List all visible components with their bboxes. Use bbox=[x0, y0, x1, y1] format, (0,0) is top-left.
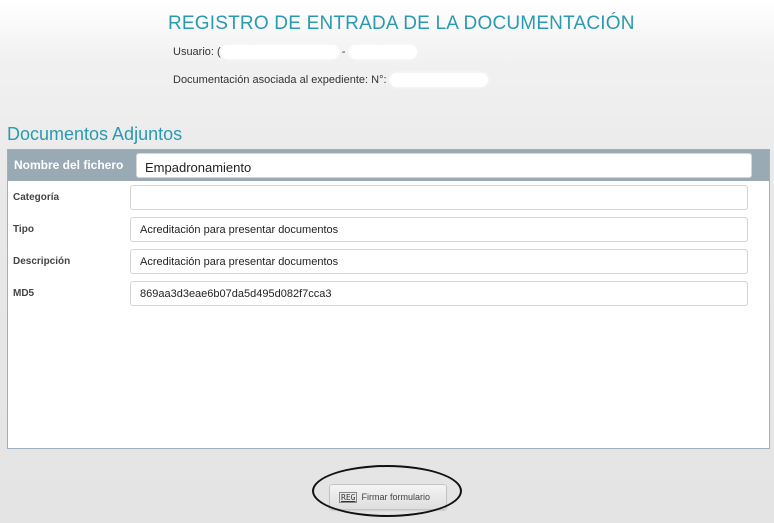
field-row-tipo: Tipo Acreditación para presentar documen… bbox=[8, 217, 769, 243]
sign-form-label: Firmar formulario bbox=[361, 492, 430, 502]
field-label: MD5 bbox=[13, 288, 35, 299]
field-row-descripcion: Descripción Acreditación para presentar … bbox=[8, 249, 769, 275]
redacted-expediente-number bbox=[389, 73, 488, 87]
sign-form-button[interactable]: REG Firmar formulario bbox=[329, 484, 447, 510]
reg-icon: REG bbox=[339, 491, 358, 503]
actions-bar: REG Firmar formulario bbox=[329, 484, 447, 510]
field-label: Descripción bbox=[13, 256, 71, 267]
file-name-field[interactable]: Empadronamiento bbox=[136, 153, 752, 178]
redacted-user-name bbox=[220, 45, 339, 59]
field-label: Tipo bbox=[13, 224, 34, 235]
field-row-md5: MD5 869aa3d3eae6b07da5d495d082f7cca3 bbox=[8, 281, 769, 307]
categoria-field[interactable] bbox=[130, 185, 748, 210]
descripcion-field[interactable]: Acreditación para presentar documentos bbox=[130, 249, 748, 274]
expediente-info: Documentación asociada al expediente: N°… bbox=[173, 73, 488, 87]
section-title: Documentos Adjuntos bbox=[7, 124, 183, 144]
field-row-categoria: Categoría bbox=[8, 185, 769, 211]
page-title: REGISTRO DE ENTRADA DE LA DOCUMENTACIÓN bbox=[168, 13, 635, 34]
md5-field[interactable]: 869aa3d3eae6b07da5d495d082f7cca3 bbox=[130, 281, 748, 306]
expediente-label: Documentación asociada al expediente: N°… bbox=[173, 73, 387, 86]
field-label: Categoría bbox=[13, 192, 60, 203]
tipo-field[interactable]: Acreditación para presentar documentos bbox=[130, 217, 748, 242]
user-separator: - bbox=[341, 45, 346, 58]
file-name-label: Nombre del fichero bbox=[14, 158, 124, 172]
user-label: Usuario: bbox=[173, 45, 214, 58]
file-name-header: Nombre del fichero Empadronamiento bbox=[8, 150, 769, 181]
redacted-user-id bbox=[348, 45, 417, 59]
user-info: Usuario: ( - bbox=[173, 45, 417, 59]
attachment-panel: Nombre del fichero Empadronamiento Categ… bbox=[7, 149, 770, 449]
